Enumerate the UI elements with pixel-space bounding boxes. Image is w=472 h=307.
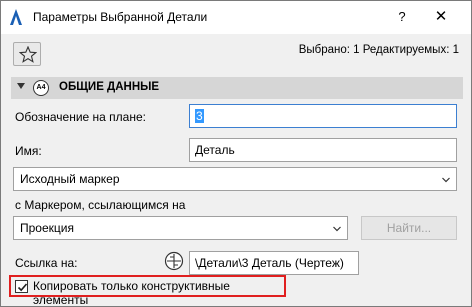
copy-structural-label: Копировать только конструктивные элемент…: [33, 279, 230, 307]
star-icon: [19, 46, 37, 63]
section-title: ОБЩИЕ ДАННЫЕ: [59, 81, 160, 93]
marker-select[interactable]: Исходный маркер: [13, 167, 457, 191]
link-path-field: \Детали\3 Деталь (Чертеж): [189, 251, 359, 275]
dialog-content: Выбрано: 1 Редактируемых: 1 A4 ОБЩИЕ ДАН…: [1, 34, 471, 307]
checkmark-icon: [17, 283, 28, 292]
collapse-arrow-icon[interactable]: [17, 83, 25, 89]
plan-id-label: Обозначение на плане:: [15, 110, 146, 124]
copy-structural-only-option[interactable]: Копировать только конструктивные элемент…: [9, 275, 286, 307]
copy-structural-checkbox[interactable]: [15, 280, 28, 293]
window-title: Параметры Выбранной Детали: [33, 10, 208, 24]
reference-select-value: Проекция: [20, 221, 74, 235]
chevron-down-icon: [333, 226, 341, 232]
name-input[interactable]: Деталь: [189, 138, 457, 162]
general-data-section[interactable]: A4 ОБЩИЕ ДАННЫЕ: [11, 77, 463, 99]
chevron-down-icon: [442, 177, 450, 183]
plan-id-value: 3: [195, 109, 204, 123]
reference-select[interactable]: Проекция: [13, 216, 348, 240]
name-label: Имя:: [15, 144, 42, 158]
sheet-a4-icon: A4: [33, 80, 49, 96]
title-bar: Параметры Выбранной Детали ? ✕: [1, 1, 471, 34]
dialog-window: Параметры Выбранной Детали ? ✕ Выбрано: …: [0, 0, 472, 307]
favorites-button[interactable]: [13, 42, 41, 66]
archicad-icon: [10, 9, 22, 25]
find-button[interactable]: Найти...: [361, 216, 457, 240]
close-button[interactable]: ✕: [428, 6, 454, 28]
link-target-icon[interactable]: [164, 251, 184, 271]
marker-select-value: Исходный маркер: [20, 172, 120, 186]
plan-id-input[interactable]: 3: [189, 104, 457, 128]
ref-marker-label: с Маркером, ссылающимся на: [15, 198, 186, 212]
selection-count: Выбрано: 1 Редактируемых: 1: [298, 44, 459, 56]
link-label: Ссылка на:: [15, 256, 78, 270]
help-button[interactable]: ?: [392, 6, 412, 28]
